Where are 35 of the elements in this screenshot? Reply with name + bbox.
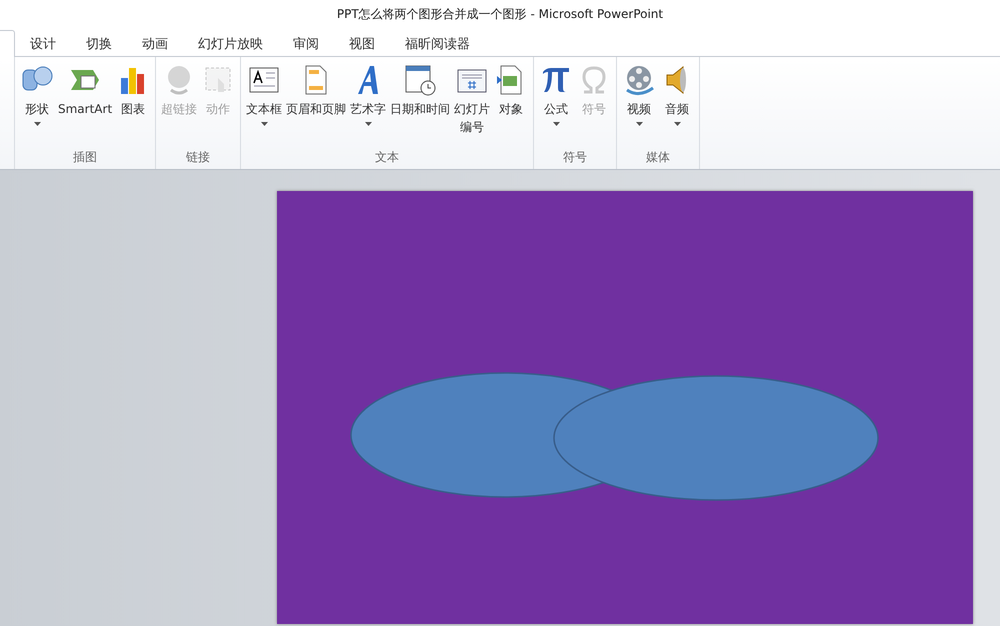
ribbon-button[interactable]: 文本框 xyxy=(244,62,284,149)
caret-icon xyxy=(364,122,372,126)
caret-icon xyxy=(34,122,40,126)
ribbon-tab[interactable]: 审阅 xyxy=(278,30,334,56)
group-label: 链接 xyxy=(185,149,212,166)
ribbon-button[interactable]: 图表 xyxy=(114,62,152,149)
caret-icon xyxy=(552,122,560,126)
ribbon-button[interactable]: 日期和时间 xyxy=(388,62,452,149)
caret-icon xyxy=(636,122,643,126)
ribbon-tab[interactable]: 动画 xyxy=(127,30,183,56)
ribbon-button[interactable]: 形状 xyxy=(18,62,56,149)
group-label: 文本 xyxy=(374,149,400,166)
ribbon-tab[interactable]: 幻灯片放映 xyxy=(183,30,278,56)
ribbon-button[interactable]: 视频 xyxy=(620,62,658,149)
ribbon-tab[interactable]: 视图 xyxy=(334,30,390,56)
ribbon-button[interactable]: 幻灯片 编号 xyxy=(452,62,492,149)
overlapping-ellipses-drawing[interactable] xyxy=(350,372,879,501)
tab-edge[interactable] xyxy=(0,30,15,57)
ribbon-button[interactable]: 对象 xyxy=(492,62,530,149)
ribbon-button[interactable]: 音频 xyxy=(658,62,696,149)
group-label: 插图 xyxy=(72,149,98,166)
ribbon-tab[interactable]: 设计 xyxy=(15,30,71,56)
caret-icon xyxy=(260,122,268,126)
ribbon-button[interactable]: SmartArt xyxy=(56,62,114,149)
ribbon-tab[interactable]: 福昕阅读器 xyxy=(390,30,485,56)
group-label: 符号 xyxy=(562,149,588,166)
ribbon-tab[interactable]: 切换 xyxy=(71,30,127,56)
window-title: PPT怎么将两个图形合并成一个图形 - Microsoft PowerPoint xyxy=(336,6,664,23)
group-label: 媒体 xyxy=(645,149,672,166)
ribbon-button[interactable]: 公式 xyxy=(537,62,576,149)
film-reel-icon xyxy=(623,64,656,96)
caret-icon xyxy=(674,122,681,126)
ribbon-button[interactable]: 艺术字 xyxy=(348,62,388,149)
ribbon-button[interactable]: 页眉和页脚 xyxy=(284,62,348,149)
calendar-icon xyxy=(404,64,436,96)
